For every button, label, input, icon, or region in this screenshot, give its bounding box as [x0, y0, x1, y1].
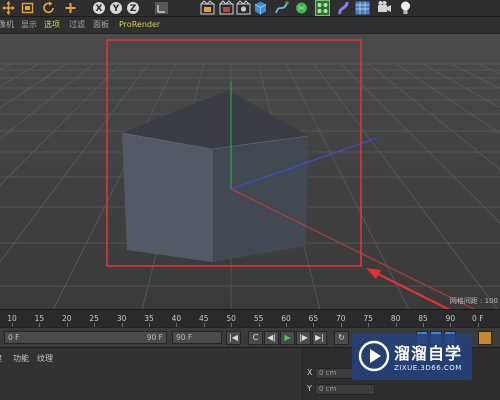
cube-object-icon[interactable] [253, 0, 268, 16]
menu-camera[interactable]: 摄像机 [0, 20, 14, 30]
array-icon[interactable] [315, 0, 330, 16]
timeline-ruler[interactable]: 10 15 20 25 30 35 40 45 50 55 60 65 70 75 80 85 90 0 F [0, 309, 500, 327]
timeline-tick-label: 35 [144, 314, 154, 323]
grid-spacing-label: 网格间距 : 100 [449, 297, 498, 305]
render-settings-icon[interactable] [236, 0, 251, 16]
perspective-viewport[interactable]: 网格间距 : 100 [0, 34, 500, 309]
previous-key-button[interactable]: ◀| [264, 331, 279, 345]
main-toolbar: X Y Z [0, 0, 500, 17]
add-icon[interactable] [63, 0, 78, 16]
coordinate-system-icon[interactable] [154, 0, 169, 16]
move-icon[interactable] [1, 0, 16, 16]
svg-text:Z: Z [130, 4, 137, 14]
timeline-tick-label: 90 [445, 314, 456, 323]
watermark-subtitle: ZIXUE.3D66.COM [394, 364, 462, 372]
timeline-menu-icon[interactable] [478, 331, 492, 345]
z-axis-lock-icon[interactable]: Z [126, 0, 140, 16]
timeline-tick-label: 50 [226, 314, 236, 323]
timeline-tick-label: 10 [7, 314, 17, 323]
watermark-badge: 溜溜自学 ZIXUE.3D66.COM [352, 334, 472, 380]
svg-text:Y: Y [112, 4, 120, 14]
menu-display[interactable]: 显示 [21, 20, 37, 30]
end-frame-field[interactable]: 90 F [172, 331, 222, 344]
timeline-tick-label: 85 [418, 314, 428, 323]
cube-right-face[interactable] [212, 136, 308, 262]
menu-panel[interactable]: 面板 [93, 20, 109, 30]
timeline-tick-label: 20 [62, 314, 72, 323]
loop-button[interactable]: ↻ [334, 331, 349, 345]
subdivision-icon[interactable] [294, 0, 309, 16]
svg-text:X: X [96, 4, 103, 14]
timeline-tick-label: 40 [171, 314, 182, 323]
go-to-start-button[interactable]: |◀ [226, 331, 241, 345]
timeline-tick-label: 70 [336, 314, 346, 323]
timeline-tick-label: 30 [116, 314, 127, 323]
timeline-tick-label: 80 [390, 314, 401, 323]
slider-end-frame-value: 90 F [146, 333, 163, 342]
end-frame-value: 90 F [176, 333, 193, 342]
timeline-tick-label: 60 [281, 314, 291, 323]
coord-y-label: Y [307, 384, 312, 393]
timeline-tick-label: 25 [89, 314, 99, 323]
menu-prorender[interactable]: ProRender [119, 20, 160, 30]
menu-filter[interactable]: 过滤 [69, 20, 85, 30]
y-axis-lock-icon[interactable]: Y [109, 0, 123, 16]
timeline-tick-label: 55 [253, 314, 264, 323]
timeline-tick-label: 15 [34, 314, 45, 323]
render-view-icon[interactable] [200, 0, 215, 16]
key-mode-button[interactable]: C [248, 331, 263, 345]
light-icon[interactable] [398, 0, 413, 16]
coord-y-field[interactable]: 0 cm [315, 384, 375, 395]
app-window: X Y Z 像机 显示 选项 过滤 面板 ProRender 网格间距: 10… [0, 0, 500, 400]
start-frame-value: 0 F [8, 333, 20, 342]
rotate-icon[interactable] [41, 0, 56, 16]
tab-create[interactable]: 创建 [0, 353, 2, 364]
play-button[interactable]: ▶ [280, 331, 295, 345]
tab-function[interactable]: 功能 [13, 353, 29, 364]
floor-icon[interactable] [355, 0, 370, 16]
frame-range-slider[interactable]: 0 F 90 F [4, 331, 167, 344]
viewport-menu-bar: 摄像机 显示 选项 过滤 面板 ProRender [0, 17, 500, 34]
timeline-tick-label: 65 [308, 314, 319, 323]
watermark-logo-icon [358, 340, 390, 372]
timeline-tick-label: 75 [363, 314, 373, 323]
render-picture-viewer-icon[interactable] [219, 0, 234, 16]
timeline-tick-label: 45 [199, 314, 209, 323]
scale-icon[interactable] [20, 0, 35, 16]
watermark-title: 溜溜自学 [394, 344, 463, 363]
next-key-button[interactable]: |▶ [296, 331, 311, 345]
deformer-icon[interactable] [336, 0, 351, 16]
go-to-end-button[interactable]: ▶| [312, 331, 327, 345]
timeline-tick-label: 0 F [472, 314, 484, 323]
material-manager: 创建 功能 纹理 [0, 348, 300, 400]
spline-pen-icon[interactable] [274, 0, 289, 16]
tab-texture[interactable]: 纹理 [37, 353, 53, 364]
coord-x-label: X [307, 368, 313, 377]
menu-options[interactable]: 选项 [44, 20, 60, 30]
camera-icon[interactable] [377, 0, 392, 16]
cube-front-face[interactable] [122, 133, 212, 262]
x-axis-lock-icon[interactable]: X [92, 0, 106, 16]
